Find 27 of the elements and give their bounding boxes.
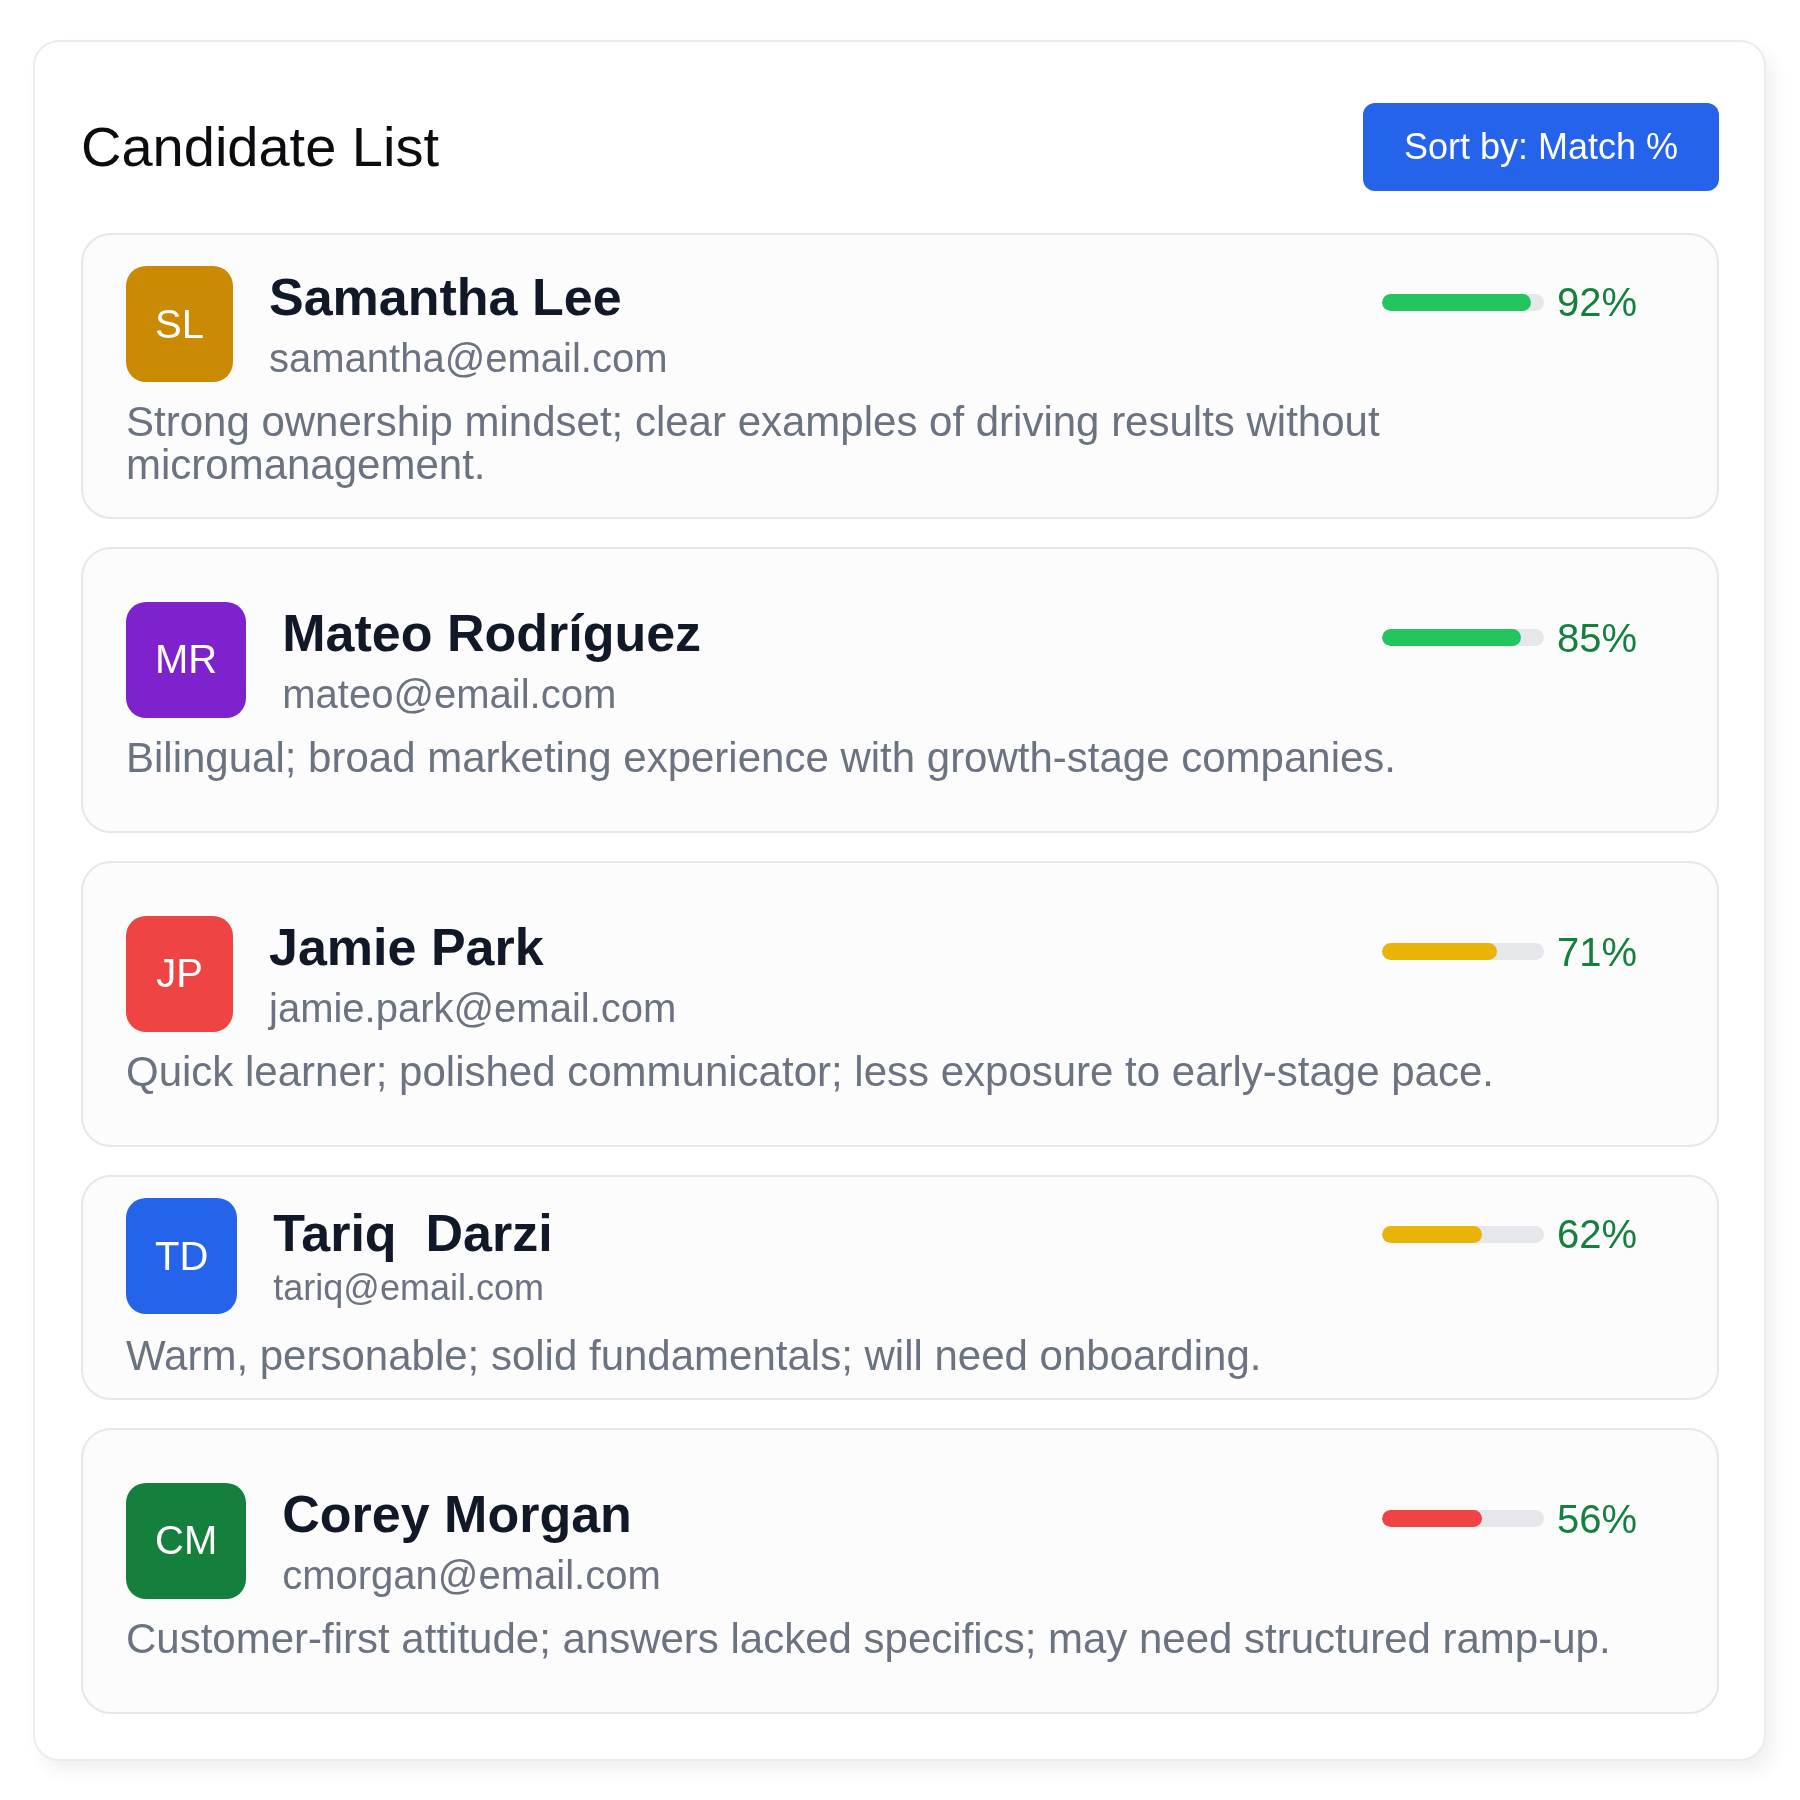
candidate-email: cmorgan@email.com [282,1551,661,1599]
initials-avatar: JP [126,915,233,1032]
candidate-email: samantha@email.com [269,335,668,382]
candidate-note: Bilingual; broad marketing experience with growth-stage companies. [126,735,1397,779]
candidate-email: jamie.park@email.com [269,984,677,1032]
match-percentage: 56% [1556,1495,1637,1543]
candidate-note: Strong ownership mindset; clear examples of driving results without micromanagement. [126,400,1381,486]
candidate-note: Quick learner; polished communicator; less exposure to early-stage pace. [126,1049,1495,1093]
match-percentage: 62% [1556,1211,1637,1258]
initials-avatar: TD [126,1198,238,1314]
candidate-name: Mateo Rodríguez [282,602,702,664]
candidate-name: Tariq Darzi [273,1203,553,1264]
match-percentage: 92% [1556,279,1637,326]
candidate-note: Warm, personable; solid fundamentals; will need onboarding. [126,1334,1263,1377]
match-percentage: 71% [1556,928,1637,976]
initials-avatar: SL [126,266,233,382]
initials-avatar: CM [126,1482,247,1599]
candidate-note: Customer-first attitude; answers lacked specifics; may need structured ramp-up. [126,1616,1612,1660]
panel-title: Candidate List [81,114,439,180]
candidate-email: mateo@email.com [282,670,617,718]
candidate-email: tariq@email.com [273,1266,544,1310]
candidate-name: Corey Morgan [282,1483,632,1545]
initials-avatar: MR [126,601,247,718]
match-percentage: 85% [1556,614,1637,662]
candidate-name: Jamie Park [269,916,544,978]
sort-button[interactable]: Sort by: Match % [1362,103,1719,191]
candidate-name: Samantha Lee [269,267,622,328]
